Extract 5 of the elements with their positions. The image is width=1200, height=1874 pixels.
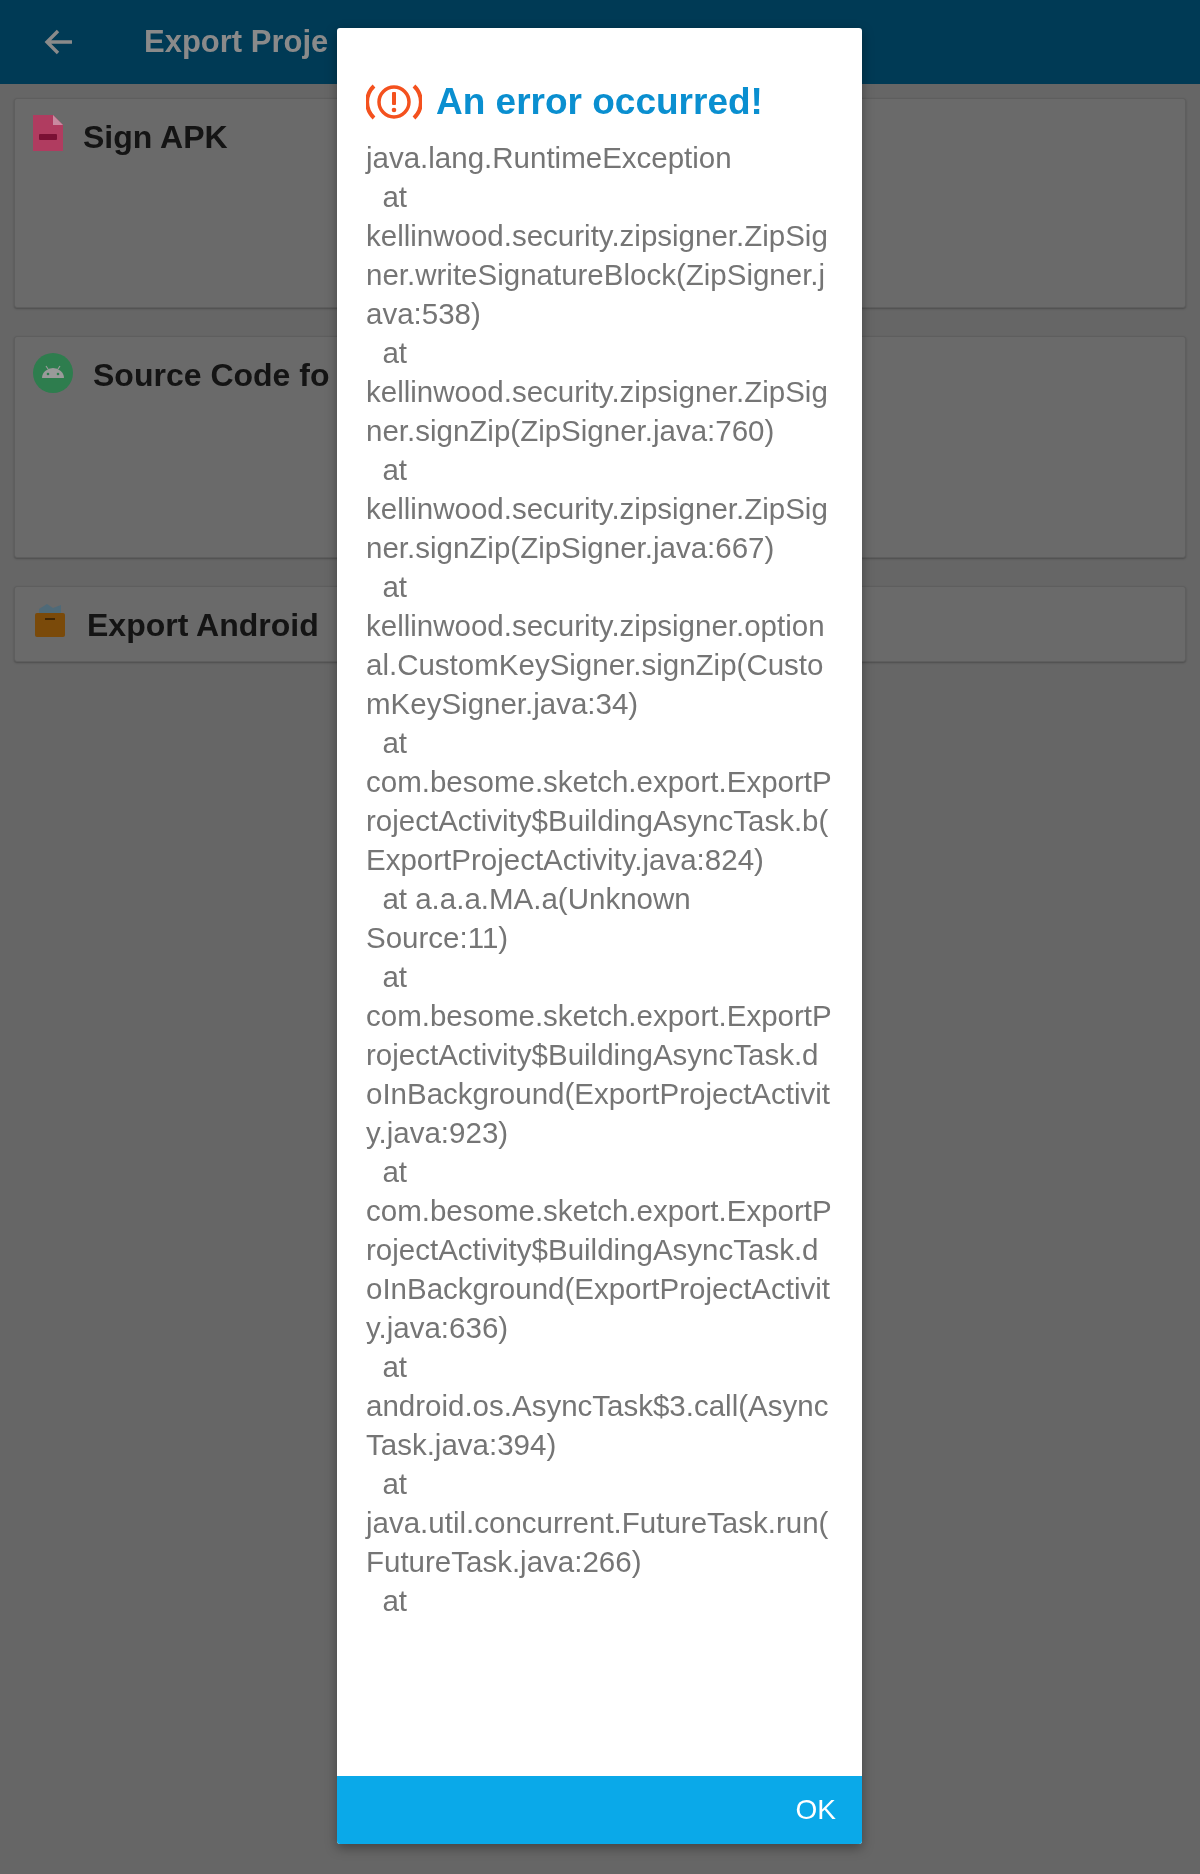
- screen-title: Export Proje: [144, 22, 329, 61]
- card-title: Source Code fo: [93, 356, 330, 395]
- card-title: Sign APK: [83, 118, 228, 157]
- dialog-title: An error occurred!: [436, 80, 763, 124]
- card-title: Export Android: [87, 606, 319, 645]
